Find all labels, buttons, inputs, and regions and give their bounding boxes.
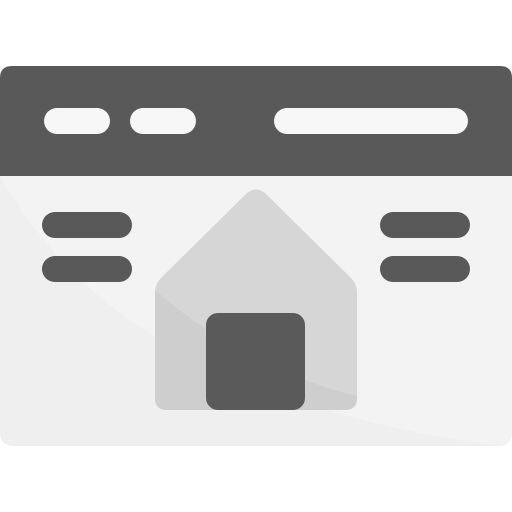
tab-pill-1 — [44, 108, 110, 134]
right-menu-line-2 — [380, 256, 470, 282]
right-menu-line-1 — [380, 212, 470, 238]
browser-homepage-icon — [0, 66, 512, 446]
address-bar-pill — [274, 108, 468, 134]
tab-pill-2 — [130, 108, 196, 134]
left-menu-line-2 — [42, 256, 132, 282]
door-icon — [206, 313, 305, 410]
browser-home-icon-stage — [0, 0, 512, 512]
left-menu-line-1 — [42, 212, 132, 238]
